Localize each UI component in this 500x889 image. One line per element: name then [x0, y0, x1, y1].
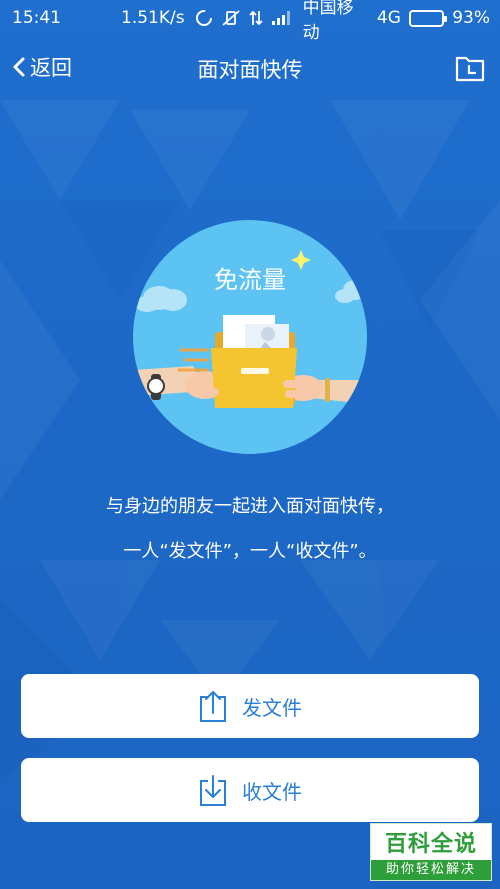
status-network-type: 4G: [376, 8, 401, 28]
history-button[interactable]: [454, 52, 486, 84]
watermark-title: 百科全说: [384, 832, 477, 857]
battery-icon: [408, 9, 448, 27]
status-time: 15:41: [12, 8, 61, 28]
signal-icon: [271, 11, 290, 25]
send-file-label: 发文件: [242, 695, 302, 720]
status-icons: [195, 9, 291, 27]
description-line-1: 与身边的朋友一起进入面对面快传，: [106, 496, 394, 517]
upload-icon: [200, 691, 226, 722]
data-transfer-icon: [248, 10, 263, 26]
receive-file-button[interactable]: 收文件: [21, 758, 479, 822]
watermark-logo: 百科全说 助你轻松解决: [370, 823, 492, 881]
send-file-button[interactable]: 发文件: [21, 674, 479, 738]
status-bar: 15:41 1.51K/s 中国移动 4G 93%: [0, 0, 500, 43]
hero-badge: 免流量: [214, 266, 286, 294]
hero-illustration: 免流量: [133, 220, 367, 454]
status-carrier: 中国移动: [302, 0, 354, 43]
status-network-speed: 1.51K/s: [121, 8, 185, 28]
header: 返回 面对面快传: [0, 40, 500, 98]
folder-clock-icon: [455, 56, 485, 82]
receive-file-label: 收文件: [242, 779, 302, 804]
status-battery-percent: 93%: [452, 8, 490, 28]
download-icon: [200, 775, 226, 806]
description-line-2: 一人“发文件”，一人“收文件”。: [123, 541, 377, 562]
vibrate-off-icon: [222, 10, 240, 26]
sync-icon: [195, 10, 212, 26]
page-title: 面对面快传: [197, 58, 303, 82]
watermark-subtitle: 助你轻松解决: [371, 860, 491, 880]
